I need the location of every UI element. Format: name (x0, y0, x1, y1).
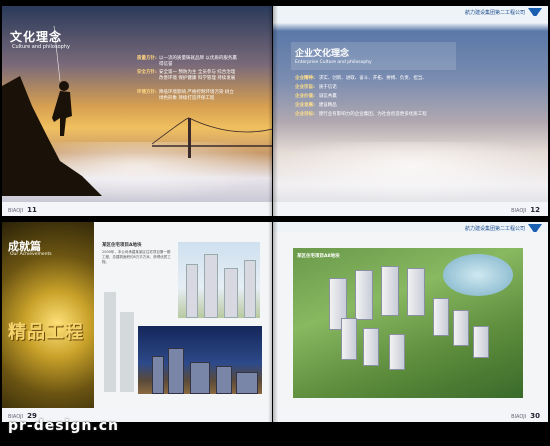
building (152, 356, 164, 394)
page-number: BIAOJI 12 (511, 206, 540, 214)
building (190, 362, 210, 394)
building (224, 268, 238, 318)
header-band: 航力建设集团第二工程公司 (273, 6, 548, 16)
section-subtitle: Our Achievements (10, 252, 52, 257)
panel-subtitle: Enterprise Culture and philosophy (295, 60, 372, 65)
render-caption: 某区住宅项目A8地块 (297, 254, 340, 259)
company-logo: 航力建设集团第二工程公司 (465, 8, 542, 16)
policy-environment: 环境方针: 降低环境影响 严格控制环境污染 树立绿色形象 持续打造环保工程 (137, 90, 237, 102)
policy-value: 以一流的质量铸就品牌 以优质的服务赢得信誉 (159, 56, 237, 67)
page-footer: BIAOJI 12 (273, 202, 548, 216)
list-item: 企业目标: 建行业有影响力的企业集团，为社会创造更多优质工程 (295, 112, 427, 117)
project-photo-day (178, 242, 260, 318)
cloud-sea (273, 142, 548, 202)
page-culture-left: 文化理念 Culture and philosophy 质量方针: 以一流的质量铸… (2, 6, 272, 216)
logo-mark-icon (528, 8, 542, 16)
list-item: 企业宗旨: 质于信诺 (295, 85, 337, 90)
header-band: 航力建设集团第二工程公司 (273, 222, 548, 232)
list-item: 企业发展: 建设精品 (295, 103, 337, 108)
page-footer: BIAOJI 11 (2, 202, 272, 216)
policy-safety: 安全方针: 安全第一 预防为主 全员参与 综合治理 改善环境 保护健康 科学管理 … (137, 70, 237, 82)
book-gutter (268, 6, 278, 216)
building (186, 264, 198, 318)
building (355, 270, 373, 320)
building (168, 348, 184, 394)
lake (443, 254, 513, 296)
list-item: 企业价值: 诚信共赢 (295, 94, 337, 99)
culture-list: 企业精神: 求实、创新、进取、奋斗、开拓、拼搏、负责、担当、 企业宗旨: 质于信诺 … (295, 74, 427, 119)
page-number: BIAOJI 11 (8, 206, 37, 214)
watermark: pr-design.cn (8, 418, 119, 434)
policy-value: 安全第一 预防为主 全员参与 综合治理 改善环境 保护健康 科学管理 持续发展 (159, 70, 236, 81)
building (473, 326, 489, 358)
faded-building-graphic (104, 292, 134, 392)
section-title: 文化理念 (10, 30, 63, 44)
building (453, 310, 469, 346)
aerial-render (293, 248, 523, 398)
policy-quality: 质量方针: 以一流的质量铸就品牌 以优质的服务赢得信誉 (137, 56, 237, 68)
building (363, 328, 379, 366)
quality-project-word: 精品工程 (8, 322, 84, 343)
book-gutter (268, 222, 278, 422)
building (433, 298, 449, 336)
building (236, 372, 258, 394)
page-footer: BIAOJI 30 (273, 408, 548, 422)
brochure-spread-culture: 文化理念 Culture and philosophy 质量方针: 以一流的质量铸… (0, 6, 550, 216)
policy-key: 环境方针: (137, 90, 157, 95)
building (216, 366, 232, 394)
page-achievements-left: 成就篇 Our Achievements 精品工程 某区住宅项目A地块 2009… (2, 222, 272, 422)
list-item: 企业精神: 求实、创新、进取、奋斗、开拓、拼搏、负责、担当、 (295, 76, 427, 81)
building (389, 334, 405, 370)
panel-title: 企业文化理念 (295, 49, 350, 59)
logo-mark-icon (528, 224, 542, 232)
company-logo: 航力建设集团第二工程公司 (465, 224, 542, 232)
policy-key: 安全方针: (137, 70, 157, 75)
project-description: 2009年，本公司承建某某区住宅项目第一期工程，总建筑面积约8万平方米，获得优质… (102, 250, 171, 264)
climber-silhouette (2, 26, 102, 196)
building (204, 254, 218, 318)
building (341, 318, 357, 360)
page-culture-right: 航力建设集团第二工程公司 企业文化理念 Enterprise Culture a… (273, 6, 548, 216)
project-title: 某区住宅项目A地块 (102, 243, 142, 248)
policy-value: 降低环境影响 严格控制环境污染 树立绿色形象 持续打造环保工程 (159, 90, 234, 101)
bridge-illustration (152, 117, 272, 158)
building (407, 268, 425, 316)
project-photo-night (138, 326, 262, 394)
building (381, 266, 399, 316)
building (244, 260, 256, 318)
policy-key: 质量方针: (137, 56, 157, 61)
page-number: BIAOJI 30 (511, 412, 540, 420)
section-subtitle: Culture and philosophy (12, 44, 70, 50)
brochure-spread-achievements: 成就篇 Our Achievements 精品工程 某区住宅项目A地块 2009… (0, 222, 550, 422)
page-achievements-right: 航力建设集团第二工程公司 某区住宅项目A8地块 BIAOJI 30 (273, 222, 548, 422)
